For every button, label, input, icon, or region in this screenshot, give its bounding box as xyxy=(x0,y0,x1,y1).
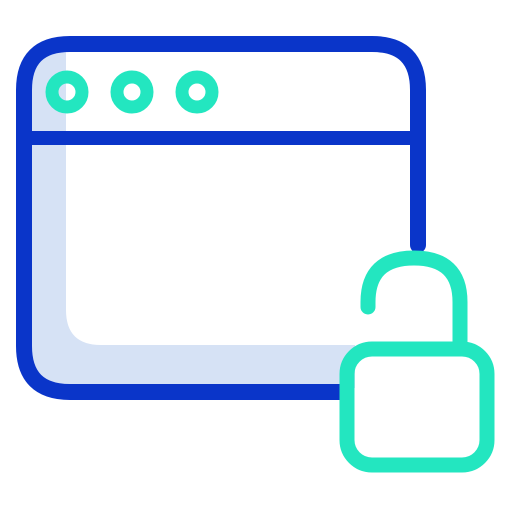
unlocked-padlock-icon xyxy=(339,250,495,473)
window-dot-1 xyxy=(45,70,89,114)
padlock-body xyxy=(339,341,495,473)
unlocked-browser-window-icon xyxy=(0,0,512,512)
window-dot-2 xyxy=(110,70,154,114)
window-control-dots xyxy=(45,70,219,114)
icon-svg xyxy=(16,36,495,473)
padlock-shackle xyxy=(360,250,468,352)
window-dot-3 xyxy=(175,70,219,114)
